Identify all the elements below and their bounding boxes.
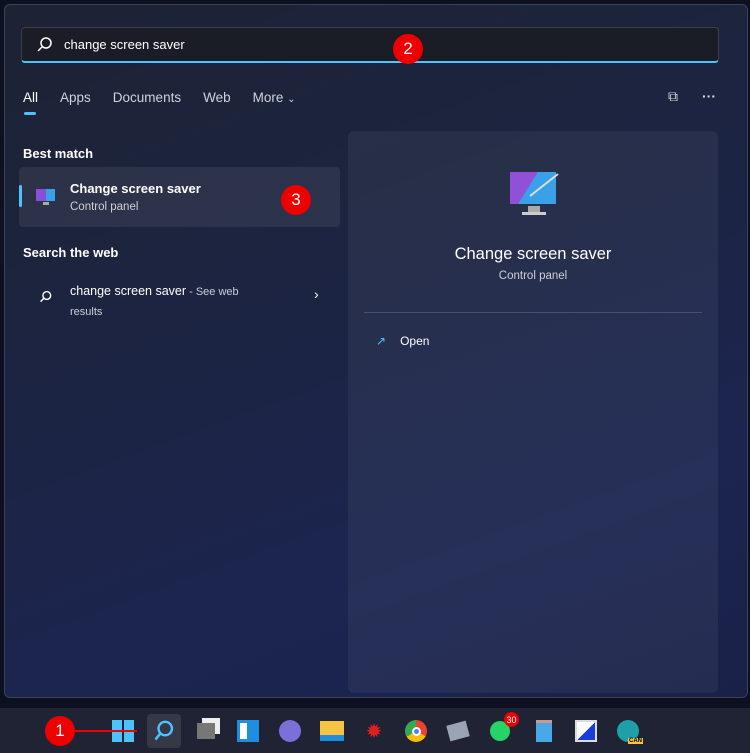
edge-canary-button[interactable]: CAN bbox=[611, 714, 645, 748]
teams-chat-button[interactable] bbox=[273, 714, 307, 748]
notepad-icon bbox=[536, 720, 552, 742]
preview-title: Change screen saver bbox=[454, 245, 612, 263]
app-button[interactable] bbox=[441, 714, 475, 748]
chat-icon bbox=[279, 720, 301, 742]
task-view-icon bbox=[197, 723, 215, 739]
divider bbox=[364, 312, 702, 313]
tab-documents[interactable]: Documents bbox=[113, 90, 181, 105]
more-options-icon[interactable]: ··· bbox=[702, 88, 716, 105]
chevron-down-icon: ⌄ bbox=[287, 94, 296, 105]
notification-badge: 30 bbox=[504, 712, 519, 727]
preview-subtitle: Control panel bbox=[498, 270, 568, 282]
chrome-icon bbox=[405, 720, 427, 742]
web-query: change screen saver bbox=[70, 284, 187, 298]
chevron-right-icon[interactable]: › bbox=[314, 286, 319, 302]
widgets-button[interactable] bbox=[231, 714, 265, 748]
web-suffix: - See web bbox=[186, 286, 239, 298]
annotation-2: 2 bbox=[393, 34, 423, 64]
search-taskbar-button[interactable] bbox=[147, 714, 181, 748]
web-search-result[interactable]: change screen saver - See web results › bbox=[19, 270, 340, 322]
tab-all[interactable]: All bbox=[23, 90, 38, 115]
taskbar: 1 ✹ 30 CAN bbox=[0, 708, 750, 753]
best-match-title: Change screen saver bbox=[70, 181, 201, 196]
edge-icon: CAN bbox=[617, 720, 643, 744]
windows-icon bbox=[112, 720, 134, 742]
folder-icon bbox=[320, 721, 344, 741]
open-external-icon: ↗ bbox=[376, 334, 387, 348]
tab-web[interactable]: Web bbox=[203, 90, 231, 105]
filter-tabs: All Apps Documents Web More ⌄ bbox=[23, 90, 296, 115]
search-value: change screen saver bbox=[64, 37, 185, 52]
tab-more[interactable]: More ⌄ bbox=[253, 90, 296, 105]
screen-saver-large-icon bbox=[510, 172, 559, 215]
huawei-icon: ✹ bbox=[365, 720, 383, 743]
search-web-heading: Search the web bbox=[23, 245, 119, 260]
tab-apps[interactable]: Apps bbox=[60, 90, 91, 105]
start-button[interactable] bbox=[106, 714, 140, 748]
best-match-heading: Best match bbox=[23, 146, 94, 161]
annotation-1: 1 bbox=[45, 716, 75, 746]
whatsapp-button[interactable]: 30 bbox=[483, 712, 519, 748]
huawei-button[interactable]: ✹ bbox=[357, 714, 391, 748]
task-view-button[interactable] bbox=[189, 714, 223, 748]
search-icon bbox=[40, 290, 52, 303]
edge-label: CAN bbox=[628, 738, 643, 744]
app-button-2[interactable] bbox=[569, 714, 603, 748]
search-icon bbox=[154, 720, 174, 741]
preview-pane: Change screen saver Control panel ↗ Open bbox=[348, 131, 718, 693]
share-search-icon[interactable]: ⧉ bbox=[668, 88, 678, 105]
square-app-icon bbox=[575, 720, 597, 742]
annotation-3: 3 bbox=[281, 185, 311, 215]
search-input[interactable]: change screen saver bbox=[21, 27, 719, 63]
open-action[interactable]: ↗ Open bbox=[376, 334, 429, 348]
web-suffix-2: results bbox=[70, 306, 103, 318]
tab-more-label: More bbox=[252, 90, 284, 105]
best-match-subtitle: Control panel bbox=[70, 201, 139, 213]
search-icon bbox=[37, 36, 52, 52]
open-label: Open bbox=[400, 334, 430, 348]
chrome-button[interactable] bbox=[399, 714, 433, 748]
screen-saver-icon bbox=[36, 189, 55, 205]
widgets-icon bbox=[237, 720, 259, 742]
file-explorer-button[interactable] bbox=[315, 714, 349, 748]
app-icon bbox=[446, 720, 470, 742]
notepad-button[interactable] bbox=[527, 714, 561, 748]
